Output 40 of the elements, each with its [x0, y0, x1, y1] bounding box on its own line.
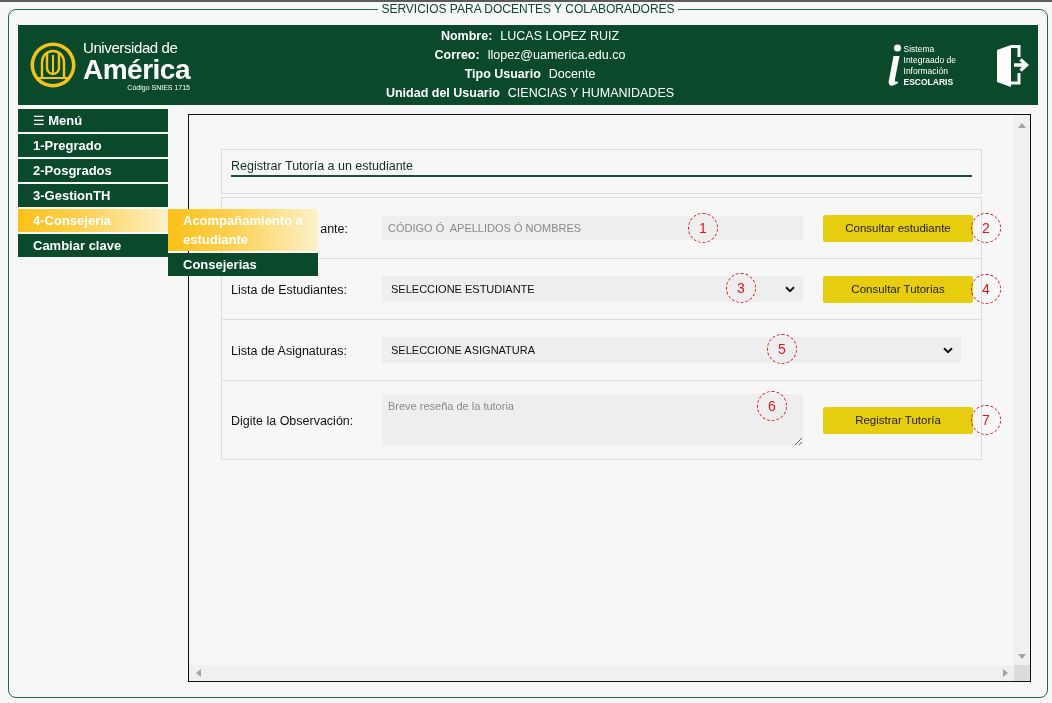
brand-name-line: Universidad de — [83, 38, 179, 56]
system-logo-name: ESCOLARIS — [903, 77, 955, 88]
chevron-down-icon — [785, 285, 795, 293]
info-label: Unidad del Usuario — [385, 85, 500, 102]
services-legend: SERVICIOS PARA DOCENTES Y COLABORADORES — [378, 2, 678, 17]
system-logo-line: Información — [903, 66, 949, 77]
menu-toggle[interactable]: ☰ Menú — [18, 109, 168, 132]
action-button[interactable]: Registrar Tutoría — [823, 406, 973, 434]
field-label: Lista de Asignaturas: — [231, 344, 348, 358]
scroll-left-icon[interactable] — [196, 669, 201, 677]
action-button[interactable]: Consultar Tutorias — [823, 275, 973, 303]
info-label: Nombre: — [440, 28, 493, 45]
system-logo-line: Integraado de — [903, 55, 956, 66]
submenu-item[interactable]: Consejerias — [168, 253, 318, 276]
info-value: CIENCIAS Y HUMANIDADES — [507, 85, 675, 102]
exit-door-icon[interactable] — [994, 42, 1030, 88]
scroll-down-icon[interactable] — [1018, 654, 1026, 659]
scrollbar-corner — [1014, 665, 1030, 681]
form-title: Registrar Tutoría a un estudiante — [231, 158, 972, 177]
info-value: LUCAS LOPEZ RUIZ — [500, 28, 620, 45]
info-value: Docente — [548, 66, 596, 83]
action-button[interactable]: Consultar estudiante — [823, 214, 973, 242]
university-emblem-icon — [30, 41, 76, 89]
chevron-down-icon — [943, 346, 953, 354]
vertical-scrollbar[interactable] — [1014, 115, 1030, 665]
info-label: Correo: — [434, 47, 480, 64]
info-label: Tipo Usuario — [464, 66, 541, 83]
menu-item[interactable]: Cambiar clave — [18, 234, 168, 257]
menu-item[interactable]: 1-Pregrado — [18, 134, 168, 157]
brand-name-main: América — [83, 55, 190, 84]
menu-item[interactable]: 3-GestionTH — [18, 184, 168, 207]
field-label: Digite la Observación: — [231, 414, 354, 428]
horizontal-scrollbar[interactable] — [189, 665, 1014, 681]
info-value: llopez@uamerica.edu.co — [487, 47, 626, 64]
scroll-up-icon[interactable] — [1018, 123, 1026, 128]
scroll-right-icon[interactable] — [1003, 669, 1008, 677]
field-label: Lista de Estudiantes: — [231, 283, 348, 297]
system-logo-line: Sistema — [903, 44, 936, 55]
menu-item[interactable]: 2-Posgrados — [18, 159, 168, 182]
field-label: ante: — [320, 222, 348, 236]
